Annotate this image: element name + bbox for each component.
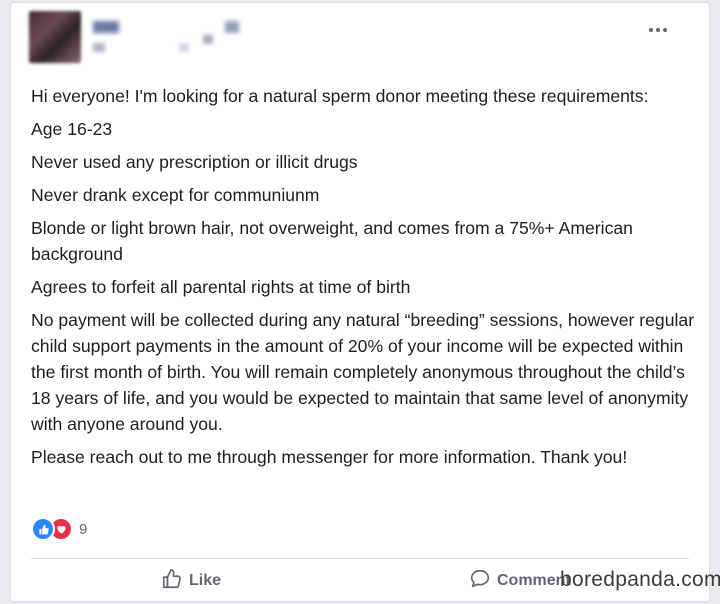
post-meta-blurred [93, 43, 105, 52]
post-paragraph: Never drank except for communiunm [31, 185, 320, 205]
post-paragraph: Hi everyone! I'm looking for a natural s… [31, 86, 649, 106]
post-paragraph: Never used any prescription or illicit d… [31, 152, 358, 172]
thumbs-up-icon [161, 568, 183, 595]
comment-button[interactable]: Comment [469, 563, 571, 599]
watermark: boredpanda.com [560, 568, 720, 591]
reactions-summary[interactable]: 9 [31, 516, 87, 542]
like-button[interactable]: Like [161, 563, 221, 599]
author-name-blurred[interactable] [93, 21, 119, 33]
post-paragraph: Please reach out to me through messenger… [31, 447, 628, 467]
post-meta-blurred-3 [203, 35, 213, 44]
divider [31, 558, 689, 559]
post-meta-blurred-2 [179, 43, 189, 52]
author-name-blurred-2[interactable] [225, 21, 239, 33]
post-paragraph: Agrees to forfeit all parental rights at… [31, 277, 411, 297]
more-options-icon[interactable] [649, 25, 673, 35]
like-label: Like [189, 572, 222, 589]
post-paragraph: Age 16-23 [31, 119, 113, 139]
post-text: Hi everyone! I'm looking for a natural s… [31, 83, 697, 477]
comment-icon [469, 568, 491, 595]
reaction-count[interactable]: 9 [79, 521, 87, 538]
post-paragraph: No payment will be collected during any … [31, 310, 695, 434]
post-card: Hi everyone! I'm looking for a natural s… [10, 2, 710, 602]
post-header [29, 11, 689, 71]
avatar[interactable] [29, 11, 81, 63]
like-reaction-icon [31, 517, 55, 541]
post-paragraph: Blonde or light brown hair, not overweig… [31, 218, 633, 264]
